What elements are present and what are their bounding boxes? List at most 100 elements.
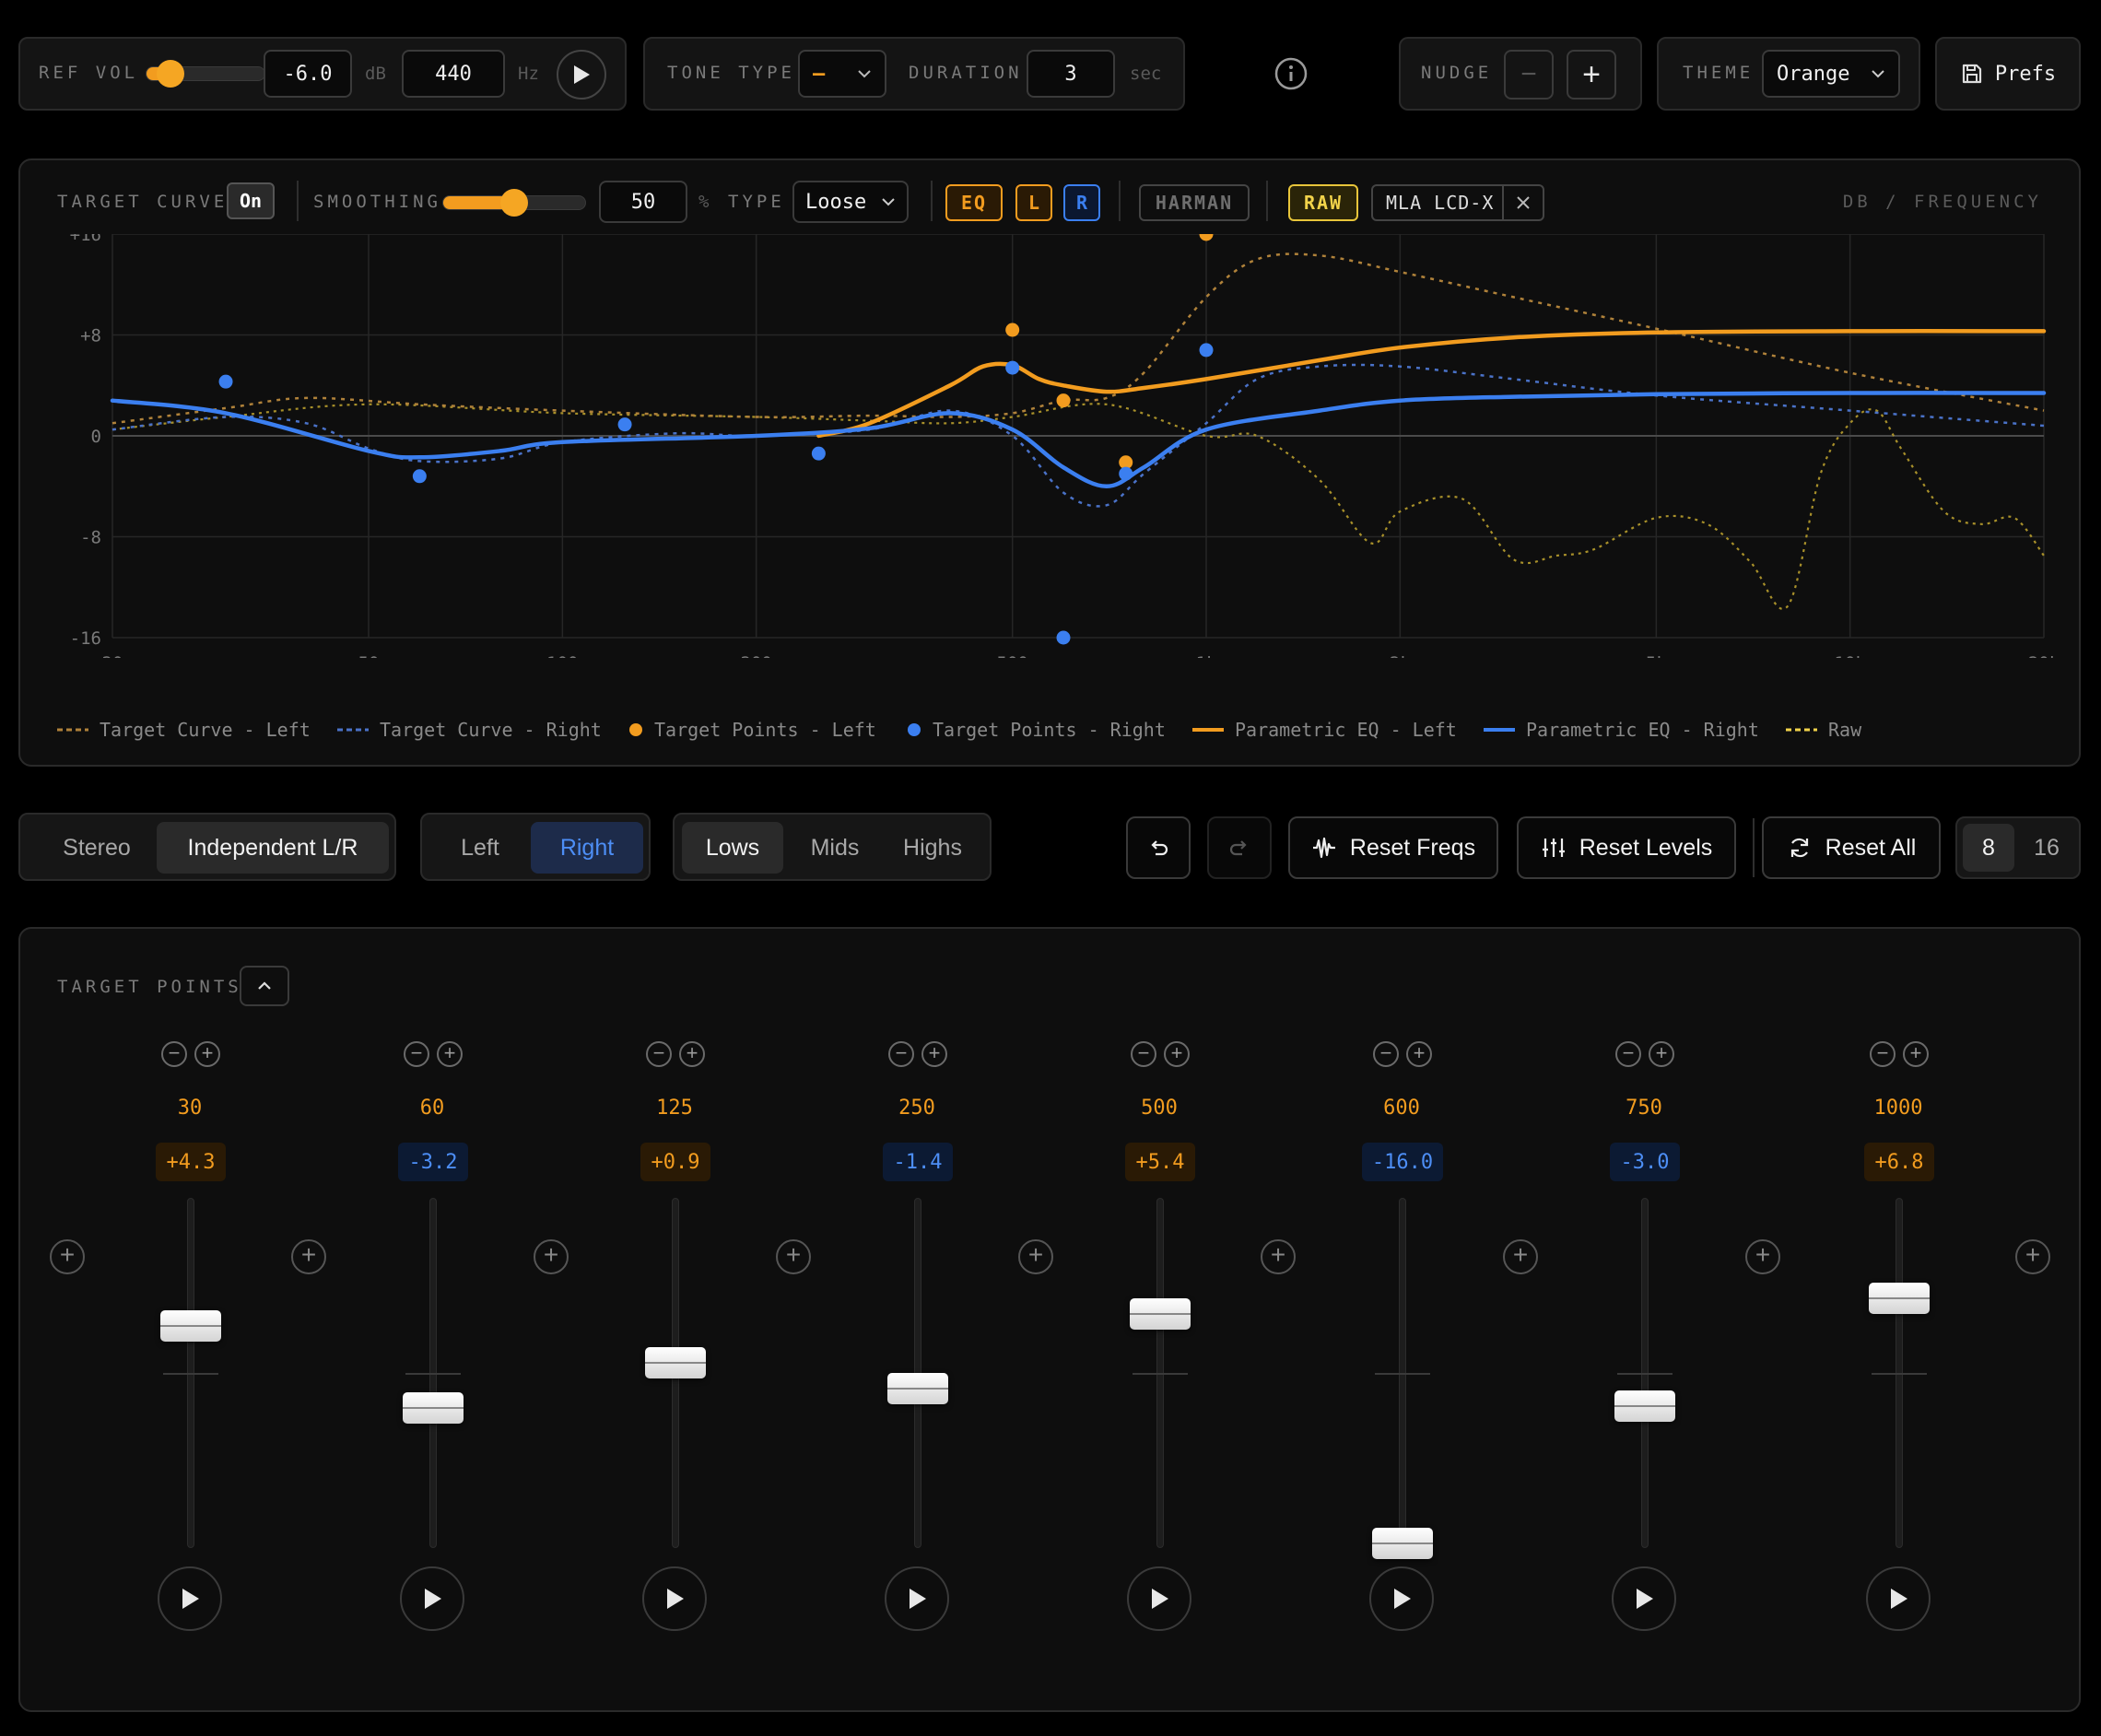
info-button[interactable] xyxy=(1274,56,1309,91)
chevron-down-icon xyxy=(882,198,895,206)
mode-stereo[interactable]: Stereo xyxy=(28,822,166,874)
add-point-button[interactable]: + xyxy=(1261,1239,1296,1274)
duration-input[interactable]: 3 xyxy=(1027,50,1115,98)
smoothing-slider[interactable] xyxy=(442,189,586,217)
gain-slider-thumb[interactable] xyxy=(1372,1528,1433,1559)
play-band-button[interactable] xyxy=(1612,1566,1676,1631)
frequency-input[interactable]: 440 xyxy=(402,50,505,98)
add-point-button[interactable]: + xyxy=(1503,1239,1538,1274)
channel-left[interactable]: Left xyxy=(429,822,531,874)
channel-right[interactable]: Right xyxy=(531,822,643,874)
gain-slider-thumb[interactable] xyxy=(645,1347,706,1379)
right-chip[interactable]: R xyxy=(1063,184,1100,221)
target-points-right-point xyxy=(218,374,233,389)
decrease-freq-button[interactable]: − xyxy=(404,1041,429,1067)
add-point-button[interactable]: + xyxy=(1018,1239,1053,1274)
tone-type-select[interactable]: — xyxy=(798,50,886,98)
decrease-freq-button[interactable]: − xyxy=(1615,1041,1641,1067)
play-tone-button[interactable] xyxy=(557,50,606,100)
target-point-band: − +125 +0.9 xyxy=(601,1041,748,1640)
band-frequency: 30 xyxy=(177,1097,203,1120)
x-tick-label: 20 xyxy=(102,653,123,658)
add-point-button[interactable]: + xyxy=(291,1239,326,1274)
ref-vol-input[interactable]: -6.0 xyxy=(264,50,352,98)
redo-icon xyxy=(1229,840,1247,856)
count-8[interactable]: 8 xyxy=(1963,824,2014,872)
collapse-button[interactable] xyxy=(240,966,289,1006)
nudge-plus-button[interactable]: + xyxy=(1567,50,1616,100)
increase-freq-button[interactable]: + xyxy=(1649,1041,1674,1067)
gain-slider-thumb[interactable] xyxy=(1869,1283,1930,1315)
band-gain: -1.4 xyxy=(883,1143,953,1181)
nudge-minus-button[interactable]: − xyxy=(1504,50,1554,100)
legend-label: Target Curve - Left xyxy=(100,719,311,741)
gain-slider-thumb[interactable] xyxy=(887,1372,948,1404)
range-highs[interactable]: Highs xyxy=(883,822,982,874)
smoothing-input[interactable]: 50 xyxy=(599,181,687,223)
left-chip[interactable]: L xyxy=(1015,184,1052,221)
increase-freq-button[interactable]: + xyxy=(194,1041,220,1067)
harman-chip[interactable]: HARMAN xyxy=(1139,184,1250,221)
range-mids[interactable]: Mids xyxy=(789,822,881,874)
play-band-button[interactable] xyxy=(1127,1566,1191,1631)
decrease-freq-button[interactable]: − xyxy=(888,1041,914,1067)
increase-freq-button[interactable]: + xyxy=(1406,1041,1432,1067)
increase-freq-button[interactable]: + xyxy=(1164,1041,1190,1067)
raw-chip[interactable]: RAW xyxy=(1288,184,1358,221)
increase-freq-button[interactable]: + xyxy=(921,1041,947,1067)
band-frequency: 1000 xyxy=(1873,1097,1923,1120)
play-band-button[interactable] xyxy=(1369,1566,1434,1631)
play-band-button[interactable] xyxy=(1866,1566,1931,1631)
ref-vol-slider[interactable] xyxy=(146,60,265,88)
decrease-freq-button[interactable]: − xyxy=(1870,1041,1896,1067)
legend-target-points-left: Target Points - Left xyxy=(628,719,876,741)
gain-slider-thumb[interactable] xyxy=(403,1392,464,1424)
add-point-button[interactable]: + xyxy=(50,1239,85,1274)
add-point-button[interactable]: + xyxy=(534,1239,569,1274)
increase-freq-button[interactable]: + xyxy=(1903,1041,1929,1067)
reset-freqs-button[interactable]: Reset Freqs xyxy=(1288,816,1498,879)
band-gain: +5.4 xyxy=(1125,1143,1195,1181)
prefs-button[interactable]: Prefs xyxy=(1935,37,2081,111)
remove-model-button[interactable] xyxy=(1502,186,1543,219)
add-point-button[interactable]: + xyxy=(776,1239,811,1274)
frequency-response-chart[interactable]: 20 50 100 200 500 1k 2k 5k 10k 20k +16 +8 0 -8 -16 xyxy=(20,234,2083,658)
play-band-button[interactable] xyxy=(400,1566,464,1631)
gain-slider-thumb[interactable] xyxy=(1130,1297,1191,1330)
smoothing-slider-thumb[interactable] xyxy=(500,189,528,217)
decrease-freq-button[interactable]: − xyxy=(1373,1041,1399,1067)
smoothing-unit: % xyxy=(698,192,710,212)
increase-freq-button[interactable]: + xyxy=(437,1041,463,1067)
target-points-right-point xyxy=(617,417,632,432)
play-band-button[interactable] xyxy=(158,1566,222,1631)
play-band-button[interactable] xyxy=(642,1566,707,1631)
type-select[interactable]: Loose xyxy=(792,181,909,223)
increase-freq-button[interactable]: + xyxy=(679,1041,705,1067)
play-icon xyxy=(1152,1589,1168,1609)
mode-independent[interactable]: Independent L/R xyxy=(157,822,389,874)
add-point-button[interactable]: + xyxy=(1745,1239,1780,1274)
gain-slider-thumb[interactable] xyxy=(1614,1390,1675,1422)
theme-select[interactable]: Orange xyxy=(1762,50,1900,98)
target-curve-toggle[interactable]: On xyxy=(227,182,275,219)
range-lows[interactable]: Lows xyxy=(682,822,783,874)
undo-button[interactable] xyxy=(1126,816,1191,879)
zero-marker xyxy=(405,1373,461,1375)
gain-slider-thumb[interactable] xyxy=(160,1309,221,1342)
graph-panel: TARGET CURVE On SMOOTHING 50 % TYPE Loos… xyxy=(18,158,2081,767)
redo-button[interactable] xyxy=(1207,816,1272,879)
add-point-button[interactable]: + xyxy=(2015,1239,2050,1274)
play-icon xyxy=(182,1589,199,1609)
count-16[interactable]: 16 xyxy=(2018,824,2075,872)
play-band-button[interactable] xyxy=(885,1566,949,1631)
reset-all-button[interactable]: Reset All xyxy=(1762,816,1941,879)
decrease-freq-button[interactable]: − xyxy=(1131,1041,1156,1067)
dashed-line-icon xyxy=(57,728,88,732)
decrease-freq-button[interactable]: − xyxy=(161,1041,187,1067)
zero-marker xyxy=(163,1373,218,1375)
reset-levels-button[interactable]: Reset Levels xyxy=(1517,816,1736,879)
decrease-freq-button[interactable]: − xyxy=(646,1041,672,1067)
ref-vol-slider-thumb[interactable] xyxy=(156,60,184,88)
eq-chip[interactable]: EQ xyxy=(945,184,1003,221)
prefs-label: Prefs xyxy=(1994,62,2057,86)
